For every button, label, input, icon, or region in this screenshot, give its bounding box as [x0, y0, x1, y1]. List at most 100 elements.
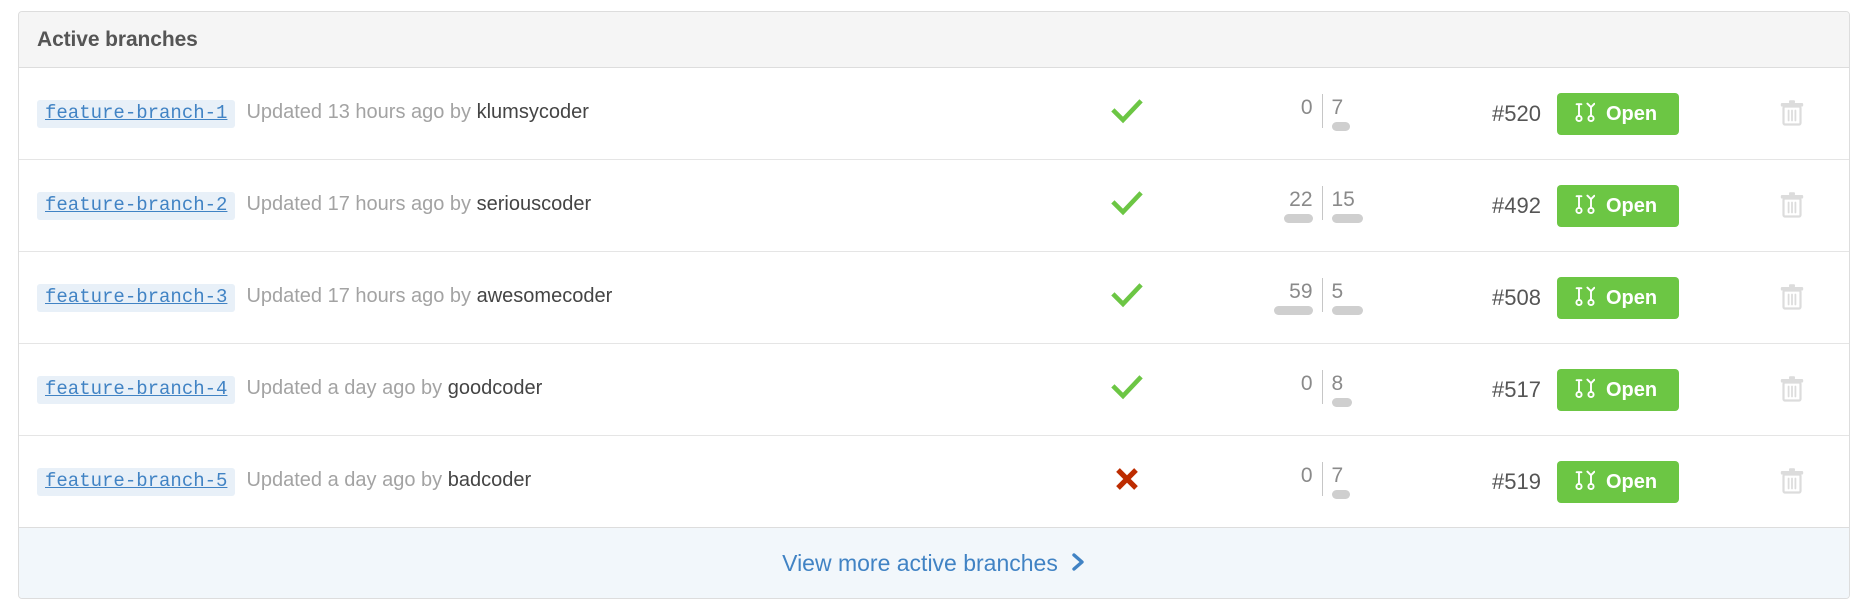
- commits-ahead-count: 7: [1331, 95, 1344, 119]
- trash-icon: [1779, 375, 1805, 408]
- open-pull-request-button[interactable]: Open: [1557, 276, 1680, 319]
- delete-branch-button[interactable]: [1779, 99, 1805, 129]
- pull-request-number[interactable]: #492: [1437, 193, 1557, 219]
- branch-updated-text: Updated 13 hours ago by: [246, 100, 472, 123]
- branch-name-cell: feature-branch-1 Updated 13 hours ago by …: [37, 99, 1047, 128]
- branch-updated-text: Updated 17 hours ago by: [246, 192, 472, 215]
- diff-bars: [1265, 397, 1380, 407]
- behind-bar-track: [1265, 305, 1322, 315]
- delete-branch-button[interactable]: [1779, 283, 1805, 313]
- open-button-label: Open: [1606, 194, 1658, 217]
- open-pull-request-button[interactable]: Open: [1557, 460, 1680, 503]
- branch-name-cell: feature-branch-3 Updated 17 hours ago by …: [37, 283, 1047, 312]
- x-icon[interactable]: [1113, 465, 1141, 498]
- branch-meta: Updated 17 hours ago by seriouscoder: [246, 193, 591, 216]
- git-pull-request-icon: [1575, 193, 1596, 219]
- trash-icon: [1779, 99, 1805, 132]
- diff-bars: [1265, 489, 1380, 499]
- view-more-label: View more active branches: [782, 549, 1058, 576]
- branch-author[interactable]: goodcoder: [448, 377, 543, 399]
- open-button-label: Open: [1606, 378, 1658, 401]
- diff-stat-cell[interactable]: 08: [1207, 370, 1437, 408]
- branch-row: feature-branch-3 Updated 17 hours ago by …: [19, 252, 1849, 344]
- action-cell: Open: [1557, 276, 1767, 319]
- delete-cell: [1767, 283, 1849, 313]
- check-icon[interactable]: [1110, 370, 1144, 409]
- panel-header: Active branches: [19, 12, 1849, 68]
- pull-request-number[interactable]: #517: [1437, 377, 1557, 403]
- pull-request-number[interactable]: #520: [1437, 101, 1557, 127]
- pull-request-number[interactable]: #519: [1437, 469, 1557, 495]
- delete-cell: [1767, 99, 1849, 129]
- ahead-bar-track: [1323, 489, 1380, 499]
- view-more-active-branches-link[interactable]: View more active branches: [782, 550, 1086, 577]
- build-status-cell: [1047, 94, 1207, 133]
- behind-bar-track: [1265, 122, 1322, 131]
- branch-updated-text: Updated a day ago by: [246, 468, 443, 491]
- behind-bar: [1284, 213, 1313, 223]
- open-pull-request-button[interactable]: Open: [1557, 368, 1680, 411]
- branch-link[interactable]: feature-branch-5: [37, 467, 236, 496]
- branch-meta: Updated a day ago by badcoder: [246, 469, 531, 492]
- branch-name-cell: feature-branch-4 Updated a day ago by goo…: [37, 375, 1047, 404]
- branch-author[interactable]: seriouscoder: [477, 193, 592, 215]
- diff-counts: 07: [1265, 94, 1380, 128]
- diff-stat-cell[interactable]: 59 5: [1207, 278, 1437, 316]
- diff-counts: 59 5: [1265, 278, 1380, 312]
- delete-branch-button[interactable]: [1779, 375, 1805, 405]
- delete-branch-button[interactable]: [1779, 191, 1805, 221]
- branch-name-cell: feature-branch-5 Updated a day ago by bad…: [37, 467, 1047, 496]
- check-icon[interactable]: [1110, 94, 1144, 133]
- page-title: Active branches: [37, 27, 198, 51]
- commits-behind-count: 0: [1300, 371, 1313, 395]
- commits-ahead-count: 5: [1331, 279, 1344, 303]
- ahead-bar-track: [1323, 305, 1380, 315]
- build-status-cell: [1047, 465, 1207, 498]
- branch-author[interactable]: awesomecoder: [477, 285, 613, 307]
- branch-meta: Updated a day ago by goodcoder: [246, 377, 542, 400]
- action-cell: Open: [1557, 460, 1767, 503]
- branch-link[interactable]: feature-branch-4: [37, 375, 236, 404]
- behind-bar-track: [1265, 398, 1322, 407]
- branch-row: feature-branch-5 Updated a day ago by bad…: [19, 436, 1849, 528]
- diff-counts: 08: [1265, 370, 1380, 404]
- branch-author[interactable]: badcoder: [448, 469, 531, 491]
- action-cell: Open: [1557, 368, 1767, 411]
- check-icon[interactable]: [1110, 186, 1144, 225]
- branch-link[interactable]: feature-branch-2: [37, 191, 236, 220]
- behind-bar: [1273, 305, 1313, 315]
- build-status-cell: [1047, 186, 1207, 225]
- build-status-cell: [1047, 278, 1207, 317]
- open-button-label: Open: [1606, 470, 1658, 493]
- diff-stat-cell[interactable]: 22 15: [1207, 186, 1437, 224]
- active-branches-panel: Active branches feature-branch-1 Updated …: [18, 11, 1850, 599]
- branch-list: feature-branch-1 Updated 13 hours ago by …: [19, 68, 1849, 528]
- pull-request-number[interactable]: #508: [1437, 285, 1557, 311]
- diff-bars: [1265, 121, 1380, 131]
- ahead-bar-track: [1323, 121, 1380, 131]
- branch-link[interactable]: feature-branch-3: [37, 283, 236, 312]
- delete-cell: [1767, 467, 1849, 497]
- ahead-bar-track: [1323, 397, 1380, 407]
- branch-link[interactable]: feature-branch-1: [37, 99, 236, 128]
- panel-footer: View more active branches: [19, 528, 1849, 598]
- diff-counts: 22 15: [1265, 186, 1380, 220]
- branch-meta: Updated 13 hours ago by klumsycoder: [246, 101, 588, 124]
- git-pull-request-icon: [1575, 377, 1596, 403]
- chevron-right-icon: [1070, 551, 1086, 578]
- branch-updated-text: Updated 17 hours ago by: [246, 284, 472, 307]
- git-pull-request-icon: [1575, 101, 1596, 127]
- branch-meta: Updated 17 hours ago by awesomecoder: [246, 285, 612, 308]
- open-pull-request-button[interactable]: Open: [1557, 184, 1680, 227]
- diff-stat-cell[interactable]: 07: [1207, 462, 1437, 500]
- open-pull-request-button[interactable]: Open: [1557, 92, 1680, 135]
- diff-stat-cell[interactable]: 07: [1207, 94, 1437, 132]
- check-icon[interactable]: [1110, 278, 1144, 317]
- commits-behind-count: 59: [1289, 279, 1313, 303]
- commits-behind-count: 22: [1289, 187, 1313, 211]
- branch-name-cell: feature-branch-2 Updated 17 hours ago by …: [37, 191, 1047, 220]
- ahead-bar-track: [1323, 213, 1380, 223]
- trash-icon: [1779, 191, 1805, 224]
- branch-author[interactable]: klumsycoder: [477, 101, 589, 123]
- delete-branch-button[interactable]: [1779, 467, 1805, 497]
